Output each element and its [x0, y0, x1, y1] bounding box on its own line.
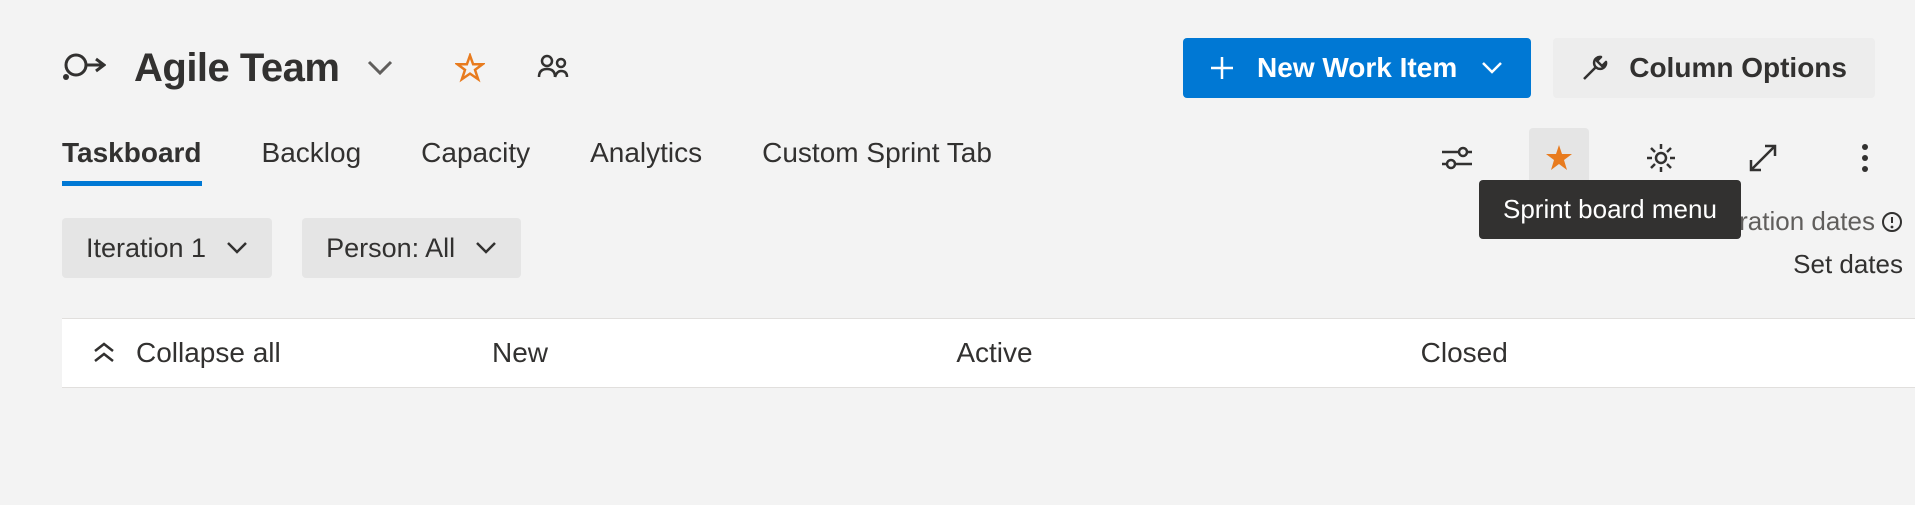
fullscreen-expand-icon[interactable]	[1733, 128, 1793, 188]
tooltip-sprint-board-menu: Sprint board menu	[1479, 180, 1741, 239]
tab-taskboard[interactable]: Taskboard	[62, 131, 202, 186]
more-actions-icon[interactable]	[1835, 128, 1895, 188]
sprint-loop-icon	[62, 51, 106, 85]
favorite-star-icon[interactable]	[455, 53, 485, 83]
filter-sliders-icon[interactable]	[1427, 128, 1487, 188]
chevron-down-icon	[475, 241, 497, 255]
collapse-all-button[interactable]: Collapse all	[92, 337, 492, 369]
person-filter-label: Person: All	[326, 233, 455, 264]
team-picker-chevron[interactable]	[367, 60, 393, 76]
tabs-row: Taskboard Backlog Capacity Analytics Cus…	[62, 128, 1915, 188]
info-icon	[1881, 211, 1903, 233]
header-actions: New Work Item Column Options	[1183, 38, 1915, 98]
toolbar-right: Sprint board menu	[1427, 128, 1895, 188]
new-work-item-button[interactable]: New Work Item	[1183, 38, 1531, 98]
iteration-filter-label: Iteration 1	[86, 233, 206, 264]
sprint-board-menu-icon[interactable]	[1529, 128, 1589, 188]
column-options-label: Column Options	[1629, 52, 1847, 84]
column-options-button[interactable]: Column Options	[1553, 38, 1875, 98]
set-dates-link[interactable]: Set dates	[1671, 249, 1903, 280]
team-name: Agile Team	[134, 46, 339, 91]
plus-icon	[1211, 57, 1233, 79]
settings-gear-icon[interactable]	[1631, 128, 1691, 188]
board-column-new: New	[492, 337, 956, 369]
board-column-active: Active	[956, 337, 1420, 369]
iteration-filter[interactable]: Iteration 1	[62, 218, 272, 278]
wrench-icon	[1581, 54, 1609, 82]
tab-backlog[interactable]: Backlog	[262, 131, 362, 186]
board-header: Collapse all New Active Closed	[62, 318, 1915, 388]
person-filter[interactable]: Person: All	[302, 218, 521, 278]
tab-custom-sprint[interactable]: Custom Sprint Tab	[762, 131, 992, 186]
board-column-closed: Closed	[1421, 337, 1885, 369]
double-chevron-up-icon	[92, 342, 116, 364]
collapse-all-label: Collapse all	[136, 337, 281, 369]
chevron-down-icon	[226, 241, 248, 255]
tab-analytics[interactable]: Analytics	[590, 131, 702, 186]
tab-capacity[interactable]: Capacity	[421, 131, 530, 186]
new-work-item-label: New Work Item	[1257, 52, 1457, 84]
header-row: Agile Team New Work Item	[62, 38, 1915, 98]
team-members-icon[interactable]	[537, 53, 571, 83]
chevron-down-icon	[1481, 61, 1503, 75]
